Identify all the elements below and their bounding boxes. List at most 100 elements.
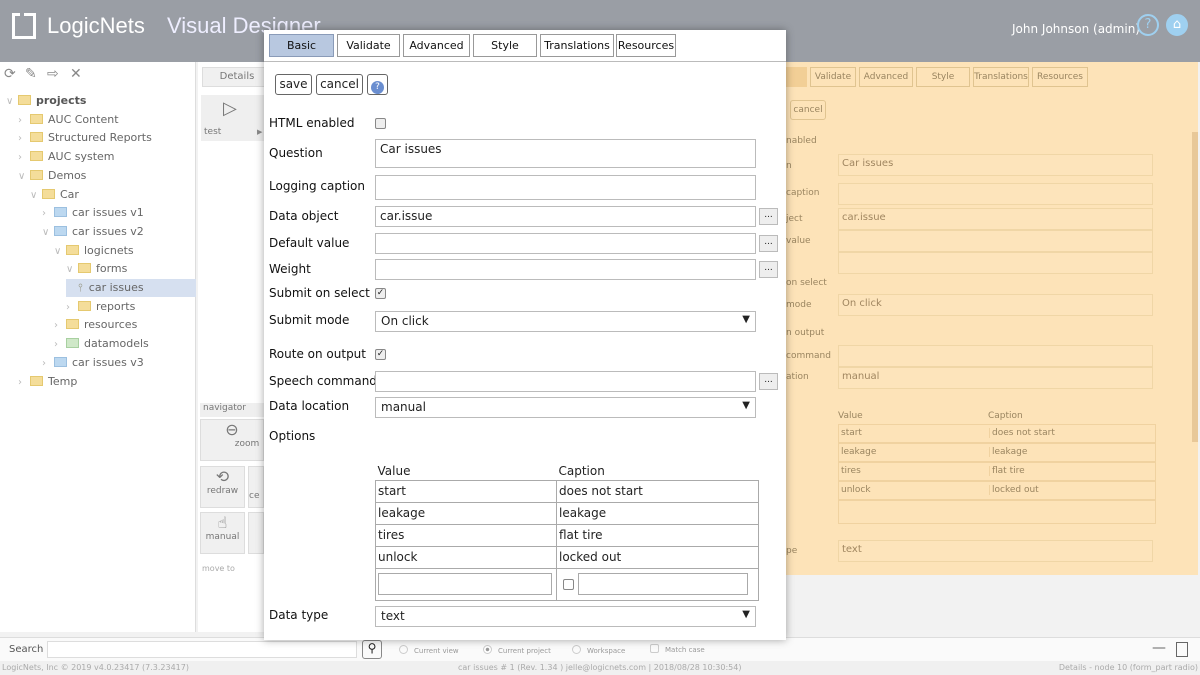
- logging-caption-input[interactable]: [375, 175, 756, 200]
- close-icon[interactable]: ✕: [70, 66, 82, 82]
- option-value[interactable]: tires: [375, 523, 557, 547]
- home-icon[interactable]: ⌂: [1166, 14, 1188, 36]
- default-value-input[interactable]: [375, 233, 756, 254]
- tab-advanced[interactable]: Advanced: [403, 34, 470, 57]
- options-header-caption: Caption: [558, 463, 605, 478]
- new-option-caption-input[interactable]: [578, 573, 748, 595]
- zoom-button[interactable]: ⊖ zoom: [200, 419, 264, 461]
- chevron-right-icon[interactable]: ›: [54, 336, 66, 354]
- html-enabled-checkbox[interactable]: [375, 118, 386, 129]
- tab-resources[interactable]: Resources: [616, 34, 676, 57]
- scope-current-project[interactable]: Current project: [483, 645, 551, 655]
- maximize-icon[interactable]: [1176, 642, 1188, 657]
- match-case-checkbox[interactable]: Match case: [650, 644, 705, 654]
- tree-item[interactable]: › Structured Reports: [18, 129, 152, 147]
- chevron-down-icon[interactable]: ∨: [30, 187, 42, 205]
- tree-item[interactable]: › AUC system: [18, 148, 115, 166]
- details-tab[interactable]: Details: [202, 67, 272, 87]
- option-value[interactable]: unlock: [375, 545, 557, 569]
- tree-item[interactable]: › car issues v3: [42, 354, 144, 372]
- chevron-right-icon[interactable]: ›: [66, 299, 78, 317]
- data-location-select[interactable]: manual ▼: [375, 397, 756, 418]
- chevron-down-icon[interactable]: ∨: [42, 224, 54, 242]
- tree-item[interactable]: › AUC Content: [18, 111, 119, 129]
- chevron-down-icon[interactable]: ∨: [18, 168, 30, 186]
- option-value[interactable]: start: [375, 479, 557, 503]
- tab-translations[interactable]: Translations: [540, 34, 614, 57]
- edit-icon[interactable]: ✎: [25, 66, 37, 82]
- question-input[interactable]: Car issues: [375, 139, 756, 168]
- manual-button[interactable]: ☝ manual: [200, 512, 245, 554]
- speech-command-browse-button[interactable]: ...: [759, 373, 778, 390]
- search-icon[interactable]: ⚲: [362, 640, 382, 659]
- tree-item[interactable]: › datamodels: [54, 335, 149, 353]
- tree-item[interactable]: ∨ logicnets: [54, 242, 134, 260]
- center-button[interactable]: ce: [248, 466, 264, 508]
- option-caption[interactable]: does not start: [556, 479, 759, 503]
- options-row[interactable]: tires flat tire: [375, 523, 759, 547]
- option-caption[interactable]: leakage: [556, 501, 759, 525]
- tree-item[interactable]: › resources: [54, 316, 137, 334]
- dropdown-arrow-icon: ▼: [742, 400, 750, 411]
- default-value-browse-button[interactable]: ...: [759, 235, 778, 252]
- chevron-right-icon[interactable]: ›: [54, 317, 66, 335]
- bg-scrollbar[interactable]: [1192, 132, 1198, 442]
- help-icon[interactable]: ?: [1137, 14, 1159, 36]
- extra-button[interactable]: [248, 512, 264, 554]
- bg-option-value: start: [841, 428, 862, 438]
- minimize-icon[interactable]: —: [1152, 640, 1166, 656]
- data-object-input[interactable]: car.issue: [375, 206, 756, 227]
- chevron-down-icon[interactable]: ∨: [66, 261, 78, 279]
- help-button[interactable]: ?: [367, 74, 388, 95]
- chevron-right-icon[interactable]: ›: [18, 112, 30, 130]
- chevron-right-icon[interactable]: ›: [42, 355, 54, 373]
- user-name[interactable]: John Johnson (admin): [1012, 22, 1140, 36]
- tree-item[interactable]: › car issues v1: [42, 204, 144, 222]
- scope-workspace[interactable]: Workspace: [572, 645, 625, 655]
- tree-item[interactable]: ⫯ car issues: [66, 279, 196, 297]
- option-caption[interactable]: flat tire: [556, 523, 759, 547]
- speech-command-input[interactable]: [375, 371, 756, 392]
- option-caption[interactable]: locked out: [556, 545, 759, 569]
- options-row[interactable]: start does not start: [375, 479, 759, 503]
- tab-validate[interactable]: Validate: [337, 34, 400, 57]
- tree-item[interactable]: ∨ Demos: [18, 167, 86, 185]
- tree-item[interactable]: ∨ car issues v2: [42, 223, 144, 241]
- refresh-icon[interactable]: ⟳: [4, 66, 16, 82]
- data-object-browse-button[interactable]: ...: [759, 208, 778, 225]
- options-row[interactable]: unlock locked out: [375, 545, 759, 569]
- chevron-right-icon[interactable]: ›: [42, 205, 54, 223]
- tab-basic[interactable]: Basic: [269, 34, 334, 57]
- scope-current-view[interactable]: Current view: [399, 645, 459, 655]
- route-on-output-checkbox[interactable]: ✓: [375, 349, 386, 360]
- tree-item[interactable]: ∨ Car: [30, 186, 79, 204]
- option-value[interactable]: leakage: [375, 501, 557, 525]
- tree-item-label: car issues v1: [72, 206, 144, 220]
- weight-input[interactable]: [375, 259, 756, 280]
- weight-browse-button[interactable]: ...: [759, 261, 778, 278]
- save-button[interactable]: save: [275, 74, 312, 95]
- chevron-down-icon[interactable]: ∨: [6, 93, 18, 111]
- cancel-button[interactable]: cancel: [316, 74, 363, 95]
- chevron-right-icon[interactable]: ›: [18, 374, 30, 392]
- scope-label: Current view: [414, 647, 459, 655]
- tree-item[interactable]: ∨ forms: [66, 260, 127, 278]
- chevron-down-icon[interactable]: ∨: [54, 243, 66, 261]
- status-document: car issues # 1 (Rev. 1.34 ) jelle@logicn…: [458, 663, 742, 672]
- tree-item[interactable]: › reports: [66, 298, 135, 316]
- search-input[interactable]: [47, 641, 357, 658]
- options-row[interactable]: leakage leakage: [375, 501, 759, 525]
- redraw-button[interactable]: ⟲ redraw: [200, 466, 245, 508]
- chevron-right-icon[interactable]: ›: [18, 130, 30, 148]
- tree-item[interactable]: › Temp: [18, 373, 77, 391]
- chevron-right-icon[interactable]: ›: [18, 149, 30, 167]
- submit-mode-select[interactable]: On click ▼: [375, 311, 756, 332]
- submit-on-select-checkbox[interactable]: ✓: [375, 288, 386, 299]
- data-type-select[interactable]: text ▼: [375, 606, 756, 627]
- export-icon[interactable]: ⇨: [47, 66, 59, 82]
- tab-style[interactable]: Style: [473, 34, 537, 57]
- new-option-checkbox[interactable]: [563, 578, 574, 590]
- test-node[interactable]: ▷ test ▶: [201, 95, 265, 141]
- new-option-value-input[interactable]: [378, 573, 552, 595]
- tree-item[interactable]: ∨ projects: [6, 92, 86, 110]
